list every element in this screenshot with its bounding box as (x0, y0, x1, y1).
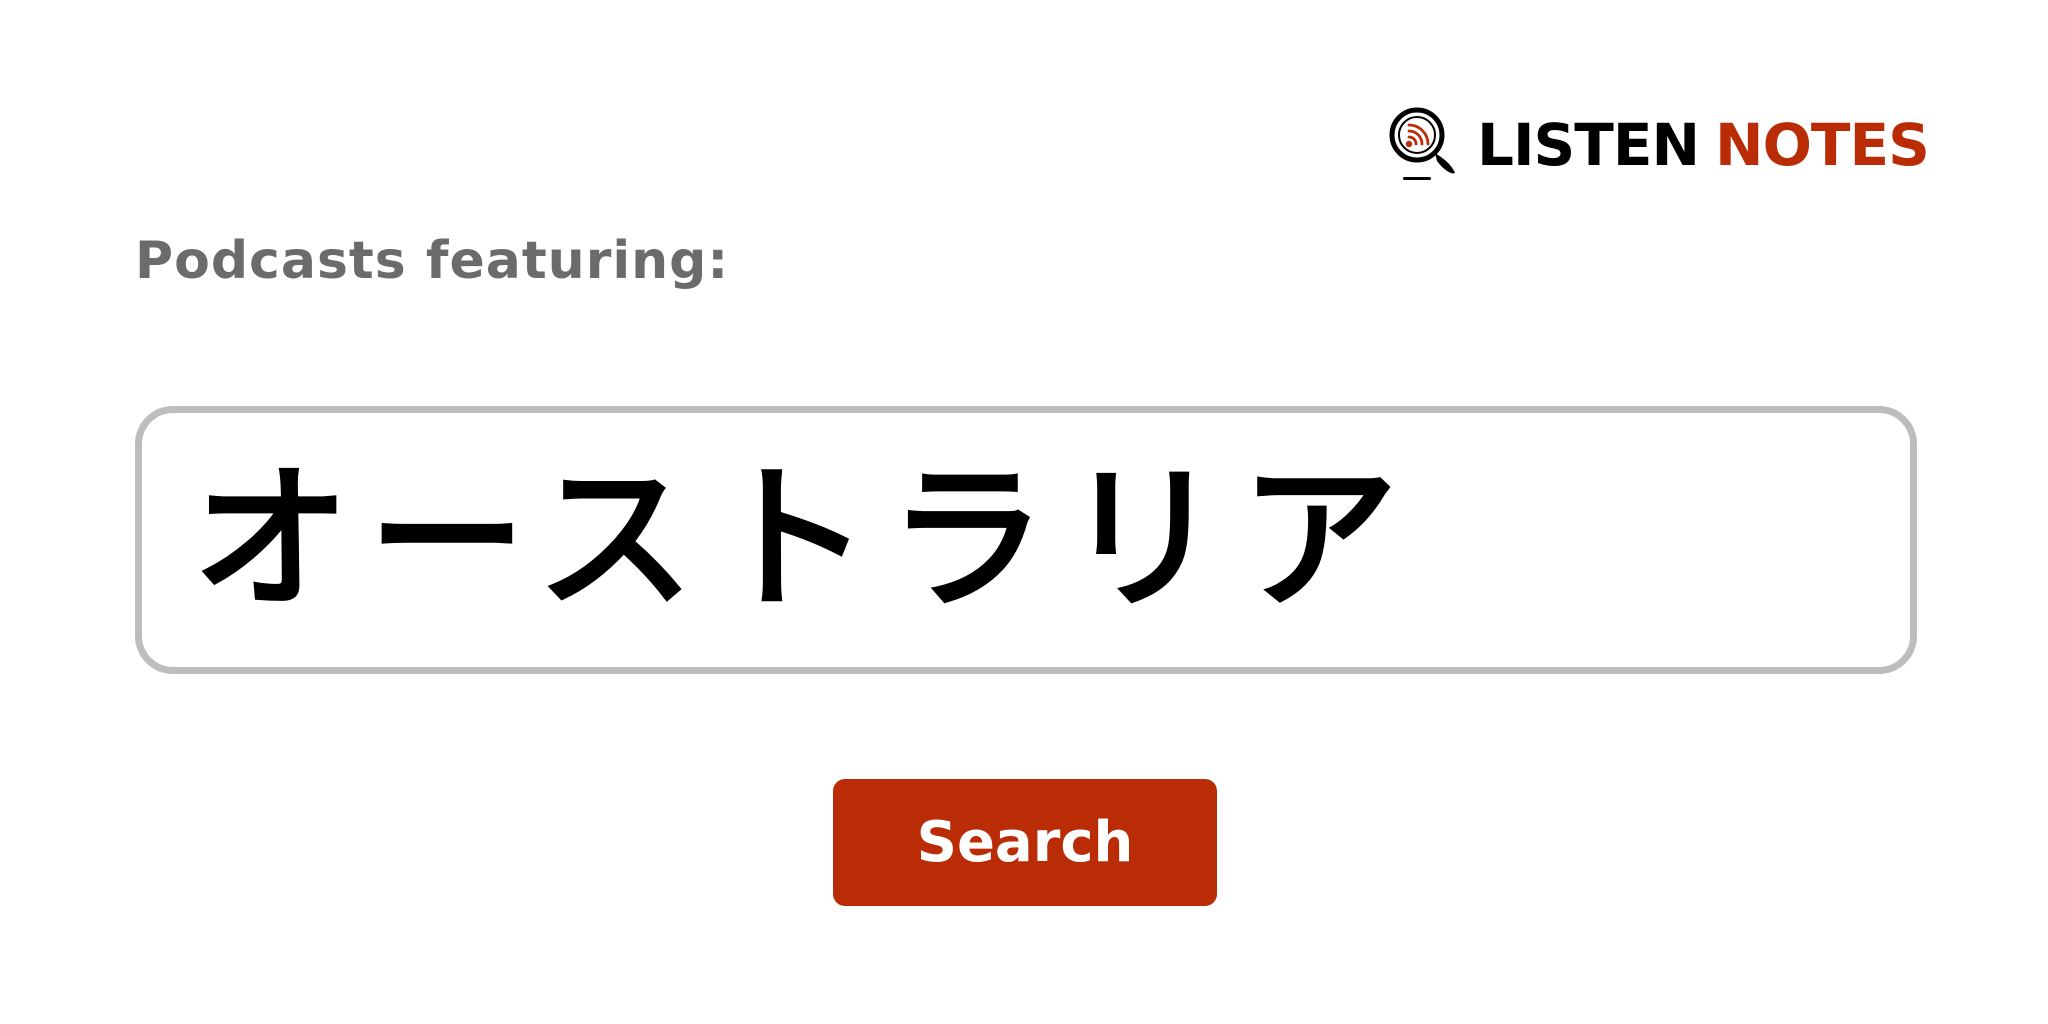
listen-notes-logo[interactable]: LISTEN NOTES (1385, 105, 1930, 185)
logo-word-listen: LISTEN (1477, 111, 1700, 179)
query-text: オーストラリア (192, 448, 1417, 632)
podcasts-featuring-heading: Podcasts featuring: (135, 231, 730, 291)
query-box: オーストラリア (135, 406, 1917, 674)
logo-wordmark: LISTEN NOTES (1477, 116, 1930, 174)
logo-word-notes: NOTES (1715, 111, 1930, 179)
magnifier-podcast-icon (1389, 107, 1455, 180)
search-button[interactable]: Search (833, 779, 1217, 906)
page: LISTEN NOTES Podcasts featuring: オーストラリア … (0, 0, 2048, 1024)
